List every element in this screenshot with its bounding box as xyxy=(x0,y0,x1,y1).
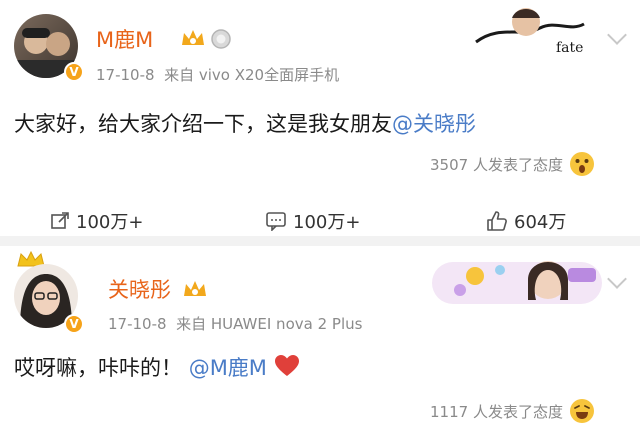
section-divider xyxy=(0,236,640,246)
reactions-summary[interactable]: 1117 人发表了态度 xyxy=(430,398,595,424)
mention-link[interactable]: @M鹿M xyxy=(189,356,267,380)
vip-crown-icon xyxy=(180,27,206,53)
repost-button[interactable]: 100万+ xyxy=(50,208,143,234)
comment-button[interactable]: 100万+ xyxy=(265,208,360,234)
post-text: 哎呀嘛，咔咔的！ xyxy=(14,356,182,380)
post-time: 17-10-8 xyxy=(108,315,167,333)
post-menu-chevron[interactable] xyxy=(607,25,627,45)
verified-badge-icon: V xyxy=(64,314,84,334)
laughing-emoji-icon xyxy=(569,399,594,423)
verified-badge-icon: V xyxy=(64,62,84,82)
weibo-post-1: V M鹿M 17-10-8 来自 vivo X20全面屏手机 fate 大家好，… xyxy=(0,0,640,195)
like-count: 604万 xyxy=(514,212,567,233)
heart-emoji-icon xyxy=(274,355,299,376)
svg-text:fate: fate xyxy=(556,40,583,56)
username[interactable]: 关晓彤 xyxy=(108,274,171,304)
reactions-summary[interactable]: 3507 人发表了态度 xyxy=(430,151,595,177)
username[interactable]: M鹿M xyxy=(96,24,153,54)
card-decoration-icon xyxy=(430,250,605,314)
post-meta: 17-10-8 来自 vivo X20全面屏手机 xyxy=(96,64,339,85)
post-time: 17-10-8 xyxy=(96,66,155,84)
medal-icon xyxy=(210,26,232,54)
post-menu-chevron[interactable] xyxy=(607,269,627,289)
weibo-post-2: V 关晓彤 17-10-8 来自 HUAWEI nova 2 Plus 哎呀嘛，… xyxy=(0,246,640,428)
post-meta: 17-10-8 来自 HUAWEI nova 2 Plus xyxy=(108,313,362,334)
reactions-count: 3507 人发表了态度 xyxy=(430,155,563,174)
comment-count: 100万+ xyxy=(293,212,361,233)
comment-icon xyxy=(266,212,286,231)
post-source: 来自 vivo X20全面屏手机 xyxy=(164,66,340,84)
like-button[interactable]: 604万 xyxy=(486,208,566,234)
vip-crown-icon xyxy=(182,278,208,304)
card-decoration-icon: fate xyxy=(470,2,590,62)
repost-icon xyxy=(51,212,69,229)
surprised-emoji-icon xyxy=(569,152,594,176)
post-source: 来自 HUAWEI nova 2 Plus xyxy=(176,315,363,333)
post-body: 哎呀嘛，咔咔的！ @M鹿M xyxy=(14,352,300,382)
reactions-count: 1117 人发表了态度 xyxy=(430,402,563,421)
post-text: 大家好，给大家介绍一下，这是我女朋友 xyxy=(14,112,392,136)
post-body: 大家好，给大家介绍一下，这是我女朋友@关晓彤 xyxy=(14,108,476,138)
mention-link[interactable]: @关晓彤 xyxy=(392,112,476,136)
thumbs-up-icon xyxy=(487,211,507,231)
repost-count: 100万+ xyxy=(76,212,144,233)
